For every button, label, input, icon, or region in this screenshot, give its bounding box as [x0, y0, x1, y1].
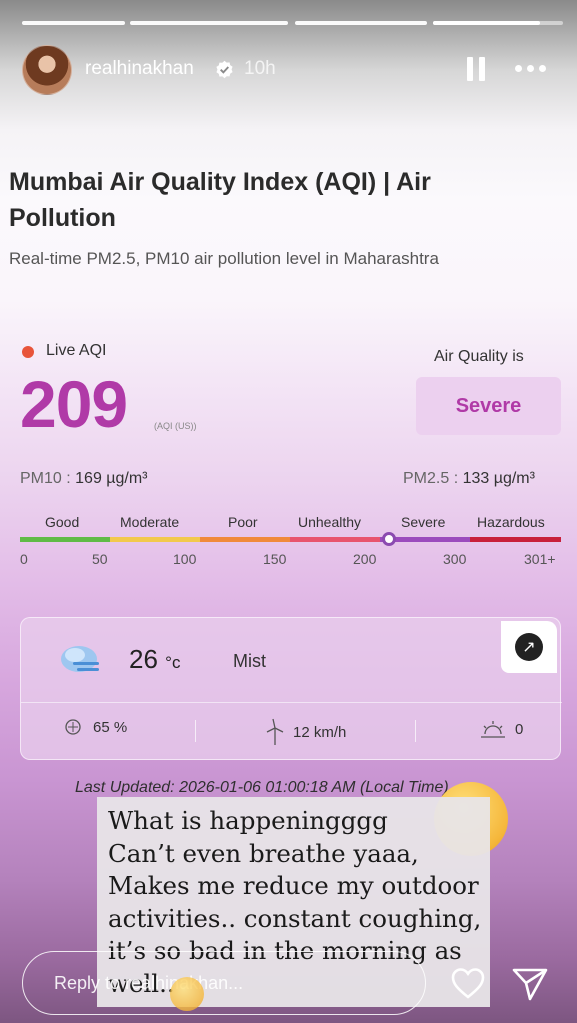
- humidity-stat: 65 %: [63, 718, 127, 736]
- temperature-unit: °c: [165, 653, 181, 672]
- pm25-reading: PM2.5 : 133 µg/m³: [403, 470, 535, 488]
- scale-category-label: Severe: [401, 514, 446, 530]
- send-icon[interactable]: [511, 966, 549, 1002]
- story-view[interactable]: realhinakhan 10h Mumbai Air Quality Inde…: [0, 0, 577, 1023]
- weather-card[interactable]: 26 °c Mist ↗ 65 % 12 km/h 0: [20, 617, 562, 760]
- stat-divider: [195, 720, 196, 742]
- air-quality-label: Air Quality is: [434, 348, 524, 365]
- story-progress-current: [433, 21, 563, 25]
- story-progress-3: [295, 21, 427, 25]
- wind-stat: 12 km/h: [265, 718, 346, 746]
- uv-stat: 0: [479, 718, 523, 740]
- aqi-scale-marker: [382, 532, 396, 546]
- scale-tick-label: 301+: [524, 551, 556, 567]
- pause-icon[interactable]: [465, 57, 487, 81]
- sunrise-icon: [481, 721, 505, 738]
- page-title: Mumbai Air Quality Index (AQI) | Air Pol…: [9, 168, 431, 232]
- scale-tick-label: 200: [353, 551, 377, 567]
- scale-tick-label: 50: [92, 551, 108, 567]
- last-updated-text: Last Updated: 2026-01-06 01:00:18 AM (Lo…: [75, 779, 449, 796]
- story-progress-2: [130, 21, 288, 25]
- pm10-value: 169 µg/m³: [75, 470, 148, 487]
- scale-segment: [290, 537, 380, 542]
- pm10-label: PM10 :: [20, 470, 71, 487]
- uv-value: 0: [515, 720, 524, 738]
- emoji-sticker-small: [170, 977, 204, 1011]
- avatar[interactable]: [22, 45, 72, 95]
- aqi-unit: (AQI (US)): [154, 421, 197, 431]
- temperature-value: 26: [129, 644, 158, 674]
- humidity-icon: [65, 719, 81, 735]
- stat-divider: [415, 720, 416, 742]
- scale-tick-label: 100: [173, 551, 197, 567]
- scale-tick-label: 150: [263, 551, 287, 567]
- weather-condition: Mist: [233, 651, 266, 671]
- page-subtitle: Real-time PM2.5, PM10 air pollution leve…: [9, 249, 439, 268]
- humidity-value: 65 %: [93, 718, 128, 736]
- aqi-scale-categories: Good Moderate Poor Unhealthy Severe Haza…: [20, 514, 561, 534]
- aqi-scale-bar: [20, 537, 561, 542]
- scale-category-label: Unhealthy: [298, 514, 362, 530]
- scale-category-label: Good: [45, 514, 80, 530]
- scale-category-label: Poor: [228, 514, 258, 530]
- username[interactable]: realhinakhan: [85, 58, 194, 80]
- wind-value: 12 km/h: [293, 723, 347, 741]
- temperature: 26 °c: [129, 644, 180, 675]
- live-aqi-label: Live AQI: [46, 342, 107, 359]
- story-progress-1: [22, 21, 125, 25]
- scale-segment: [200, 537, 290, 542]
- wind-turbine-icon: [266, 718, 284, 745]
- scale-tick-label: 0: [20, 551, 28, 567]
- scale-segment: [470, 537, 561, 542]
- scale-category-label: Hazardous: [477, 514, 545, 530]
- heart-icon[interactable]: [450, 966, 486, 1000]
- arrow-up-right-icon: ↗: [515, 633, 543, 661]
- open-weather-button[interactable]: ↗: [501, 621, 557, 673]
- aqi-value: 209: [20, 367, 128, 441]
- story-timestamp: 10h: [244, 58, 276, 79]
- scale-segment: [20, 537, 110, 542]
- air-quality-status-badge: Severe: [416, 377, 561, 435]
- live-indicator-dot: [22, 346, 34, 358]
- verified-badge-icon: [216, 60, 233, 79]
- scale-category-label: Moderate: [120, 514, 180, 530]
- aqi-scale-ticks: 0 50 100 150 200 300 301+: [20, 551, 561, 571]
- pm25-value: 133 µg/m³: [462, 470, 535, 487]
- scale-segment: [110, 537, 200, 542]
- mist-weather-icon: [61, 646, 99, 672]
- more-options-icon[interactable]: [513, 62, 549, 76]
- card-divider: [21, 702, 562, 703]
- reply-placeholder: Reply to realhinakhan...: [54, 973, 244, 993]
- pm25-label: PM2.5 :: [403, 470, 459, 487]
- scale-tick-label: 300: [443, 551, 467, 567]
- pm10-reading: PM10 : 169 µg/m³: [20, 470, 148, 488]
- reply-input[interactable]: Reply to realhinakhan...: [22, 951, 426, 1015]
